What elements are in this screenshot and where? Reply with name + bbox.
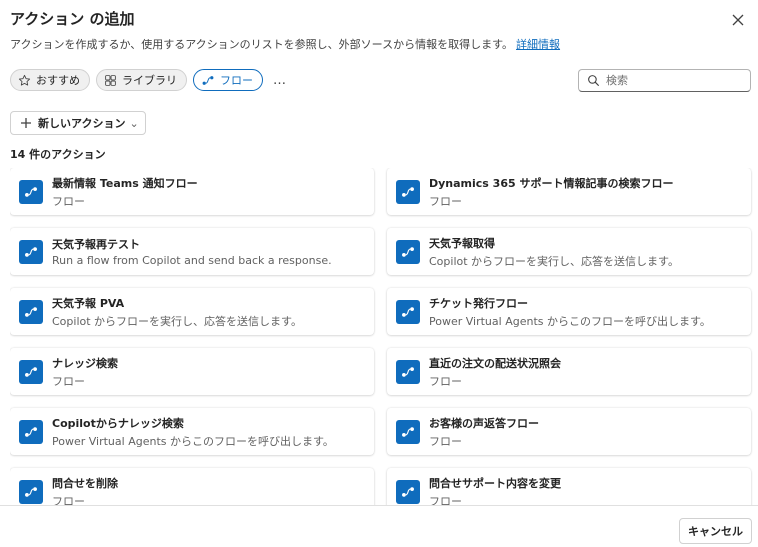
flow-icon: [19, 479, 43, 504]
learn-more-link[interactable]: 詳細情報: [516, 38, 560, 51]
library-icon: [105, 74, 116, 86]
action-card[interactable]: Dynamics 365 サポート情報記事の検索フロー フロー: [387, 168, 751, 215]
action-name: Dynamics 365 サポート情報記事の検索フロー: [429, 176, 674, 190]
action-description: Copilot からフローを実行し、応答を送信します。: [429, 254, 679, 268]
chevron-down-icon: ⌄: [129, 116, 139, 130]
action-card[interactable]: 問合せを削除 フロー: [10, 468, 374, 505]
action-name: ナレッジ検索: [52, 356, 118, 370]
flow-icon: [396, 479, 420, 504]
action-card[interactable]: チケット発行フロー Power Virtual Agents からこのフローを呼…: [387, 288, 751, 335]
chip-library[interactable]: ライブラリ: [96, 69, 187, 91]
flow-icon: [396, 179, 420, 204]
action-card[interactable]: 天気予報再テスト Run a flow from Copilot and sen…: [10, 228, 374, 275]
description-text: アクションを作成するか、使用するアクションのリストを参照し、外部ソースから情報を…: [10, 38, 514, 51]
action-name: 天気予報取得: [429, 236, 495, 250]
search-box[interactable]: [578, 69, 751, 92]
action-list: 最新情報 Teams 通知フロー フロー Dynamics 365 サポート情報…: [10, 168, 754, 505]
action-card[interactable]: Copilotからナレッジ検索 Power Virtual Agents からこ…: [10, 408, 374, 455]
action-description: フロー: [429, 374, 462, 388]
action-card[interactable]: ナレッジ検索 フロー: [10, 348, 374, 395]
flow-icon: [19, 359, 43, 384]
chip-label: おすすめ: [36, 74, 80, 87]
action-card[interactable]: 問合せサポート内容を変更 フロー: [387, 468, 751, 505]
more-options-button[interactable]: …: [269, 73, 291, 88]
flow-icon: [396, 359, 420, 384]
search-input[interactable]: [606, 74, 746, 87]
action-card[interactable]: 天気予報取得 Copilot からフローを実行し、応答を送信します。: [387, 228, 751, 275]
action-description: フロー: [52, 374, 85, 388]
action-card[interactable]: 最新情報 Teams 通知フロー フロー: [10, 168, 374, 215]
action-name: 問合せサポート内容を変更: [429, 476, 561, 490]
add-icon: [21, 118, 31, 128]
close-icon: [732, 14, 744, 26]
action-name: Copilotからナレッジ検索: [52, 416, 184, 430]
dialog-description: アクションを作成するか、使用するアクションのリストを参照し、外部ソースから情報を…: [10, 36, 560, 52]
action-description: フロー: [52, 494, 85, 506]
action-description: Run a flow from Copilot and send back a …: [52, 254, 332, 267]
chip-recommended[interactable]: おすすめ: [10, 69, 90, 91]
action-name: 直近の注文の配送状況照会: [429, 356, 561, 370]
new-action-button[interactable]: 新しいアクション ⌄: [10, 111, 146, 135]
chip-label: フロー: [220, 74, 253, 87]
flow-icon: [19, 179, 43, 204]
action-name: 最新情報 Teams 通知フロー: [52, 176, 198, 190]
flow-icon: [19, 239, 43, 264]
flow-icon: [19, 419, 43, 444]
action-name: 天気予報 PVA: [52, 296, 125, 310]
action-description: フロー: [52, 194, 85, 208]
flow-icon: [202, 75, 214, 85]
flow-icon: [396, 239, 420, 264]
cancel-button[interactable]: キャンセル: [679, 518, 752, 544]
page-title: アクション の追加: [10, 10, 135, 28]
flow-icon: [19, 299, 43, 324]
chip-flow[interactable]: フロー: [193, 69, 263, 91]
dialog-footer: キャンセル: [0, 505, 758, 547]
action-description: Power Virtual Agents からこのフローを呼び出します。: [52, 434, 334, 448]
filter-chips: おすすめ ライブラリ フロー …: [10, 69, 291, 91]
action-card[interactable]: 天気予報 PVA Copilot からフローを実行し、応答を送信します。: [10, 288, 374, 335]
action-name: 天気予報再テスト: [52, 238, 140, 251]
action-name: 問合せを削除: [52, 476, 118, 490]
action-description: Copilot からフローを実行し、応答を送信します。: [52, 314, 302, 328]
action-description: Power Virtual Agents からこのフローを呼び出します。: [429, 314, 711, 328]
action-description: フロー: [429, 494, 462, 506]
action-count: 14 件のアクション: [10, 148, 106, 161]
close-button[interactable]: [726, 8, 750, 32]
star-icon: [18, 74, 31, 86]
search-icon: [588, 75, 599, 86]
action-name: お客様の声返答フロー: [429, 416, 539, 430]
action-name: チケット発行フロー: [429, 296, 528, 310]
flow-icon: [396, 299, 420, 324]
chip-label: ライブラリ: [122, 74, 177, 87]
action-description: フロー: [429, 434, 462, 448]
new-action-label: 新しいアクション: [38, 117, 126, 130]
action-description: フロー: [429, 194, 462, 208]
action-card[interactable]: 直近の注文の配送状況照会 フロー: [387, 348, 751, 395]
action-card[interactable]: お客様の声返答フロー フロー: [387, 408, 751, 455]
flow-icon: [396, 419, 420, 444]
